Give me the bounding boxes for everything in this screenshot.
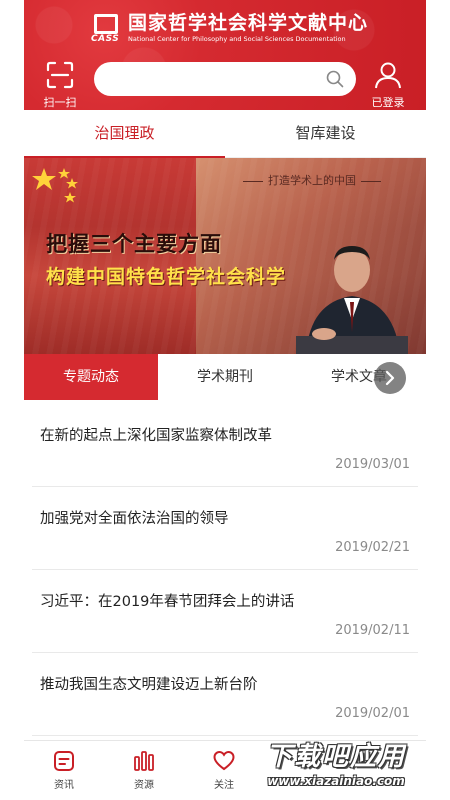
banner-title-line1: 把握三个主要方面 [46, 232, 222, 256]
news-title: 在新的起点上深化国家监察体制改革 [40, 428, 272, 444]
search-input[interactable] [108, 62, 318, 96]
speaker-photo [296, 246, 408, 354]
logo: CASS 国家哲学社会科学文献中心 National Center for Ph… [91, 12, 369, 46]
app-screen: CASS 国家哲学社会科学文献中心 National Center for Ph… [24, 0, 426, 800]
top-tabs: 治国理政 智库建设 [24, 110, 426, 158]
star-decoration-icon [32, 168, 78, 203]
list-item[interactable]: 推动我国生态文明建设迈上新台阶 2019/02/01 [32, 653, 418, 736]
cass-logo-icon: CASS [91, 12, 122, 46]
news-title: 习近平：在2019年春节团拜会上的讲话 [40, 594, 295, 610]
logo-title-cn: 国家哲学社会科学文献中心 [128, 12, 369, 34]
login-button[interactable]: 已登录 [368, 60, 408, 109]
logo-title-en: National Center for Philosophy and Socia… [128, 35, 346, 43]
subtab-journals[interactable]: 学术期刊 [158, 354, 292, 400]
sub-tabs: 专题动态 学术期刊 学术文章 [24, 354, 426, 400]
news-date: 2019/03/01 [335, 457, 410, 472]
nav-news[interactable]: 资讯 [24, 741, 104, 800]
banner-slogan: 打造学术上的中国 [238, 172, 386, 188]
list-item[interactable]: 习近平：在2019年春节团拜会上的讲话 2019/02/11 [32, 570, 418, 653]
watermark-url: www.xiazainiao.com [267, 774, 405, 788]
news-title: 推动我国生态文明建设迈上新台阶 [40, 677, 258, 693]
nav-resources[interactable]: 资源 [104, 741, 184, 800]
search-box[interactable] [94, 62, 356, 96]
logo-abbr: CASS [91, 34, 120, 44]
nav-resources-label: 资源 [134, 780, 154, 791]
scan-label: 扫一扫 [43, 96, 77, 109]
login-label: 已登录 [371, 96, 405, 109]
nav-news-label: 资讯 [54, 780, 74, 791]
watermark: 下载吧应用 www.xiazainiao.com [250, 742, 422, 798]
user-icon [375, 62, 401, 89]
scan-button[interactable]: 扫一扫 [40, 60, 80, 109]
news-list: 在新的起点上深化国家监察体制改革 2019/03/01 加强党对全面依法治国的领… [24, 404, 426, 736]
heart-icon [213, 750, 235, 771]
news-date: 2019/02/21 [335, 540, 410, 555]
scan-icon [46, 61, 74, 89]
news-title: 加强党对全面依法治国的领导 [40, 511, 229, 527]
news-icon [54, 751, 74, 771]
list-item[interactable]: 在新的起点上深化国家监察体制改革 2019/03/01 [32, 404, 418, 487]
tab-governance[interactable]: 治国理政 [24, 110, 225, 158]
list-item[interactable]: 加强党对全面依法治国的领导 2019/02/21 [32, 487, 418, 570]
banner-title-line2: 构建中国特色哲学社会科学 [46, 266, 287, 288]
tab-think-tank[interactable]: 智库建设 [225, 110, 426, 157]
banner-image[interactable]: 打造学术上的中国 把握三个主要方面 构建中国特色哲学社会科学 [24, 158, 426, 354]
watermark-title: 下载吧应用 [265, 742, 406, 772]
news-date: 2019/02/11 [335, 623, 410, 638]
header: CASS 国家哲学社会科学文献中心 National Center for Ph… [24, 0, 426, 110]
scroll-right-button[interactable] [374, 362, 406, 394]
search-icon[interactable] [326, 70, 344, 88]
subtab-topics[interactable]: 专题动态 [24, 354, 158, 400]
news-date: 2019/02/01 [335, 706, 410, 721]
resources-icon [134, 751, 154, 771]
chevron-right-icon [385, 370, 395, 386]
